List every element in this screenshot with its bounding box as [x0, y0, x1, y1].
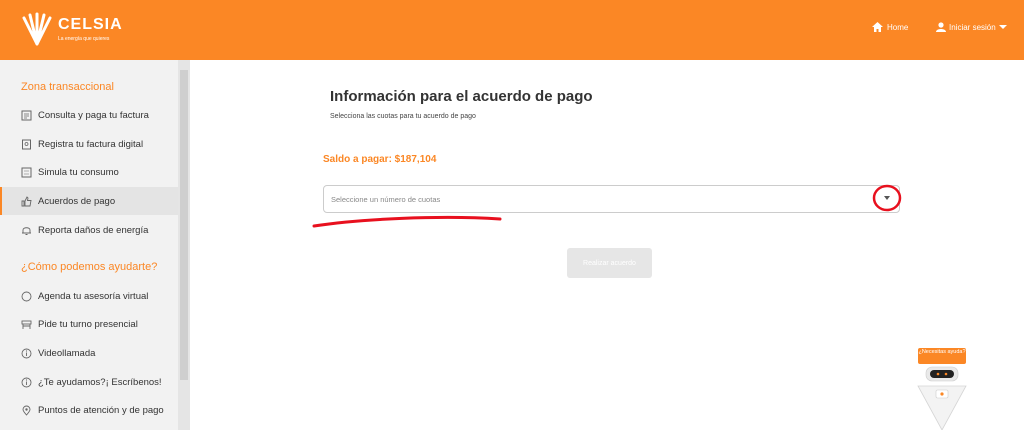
submit-agreement-button[interactable]: Realizar acuerdo: [567, 248, 652, 278]
help-assistant-widget[interactable]: ¿Necesitas ayuda?: [914, 346, 970, 430]
annotation-underline: [312, 215, 502, 228]
annotation-circle: [872, 184, 902, 212]
annotation-overlay: [312, 184, 902, 228]
assistant-label: ¿Necesitas ayuda?: [918, 348, 966, 364]
assistant-robot-icon: [917, 366, 967, 430]
